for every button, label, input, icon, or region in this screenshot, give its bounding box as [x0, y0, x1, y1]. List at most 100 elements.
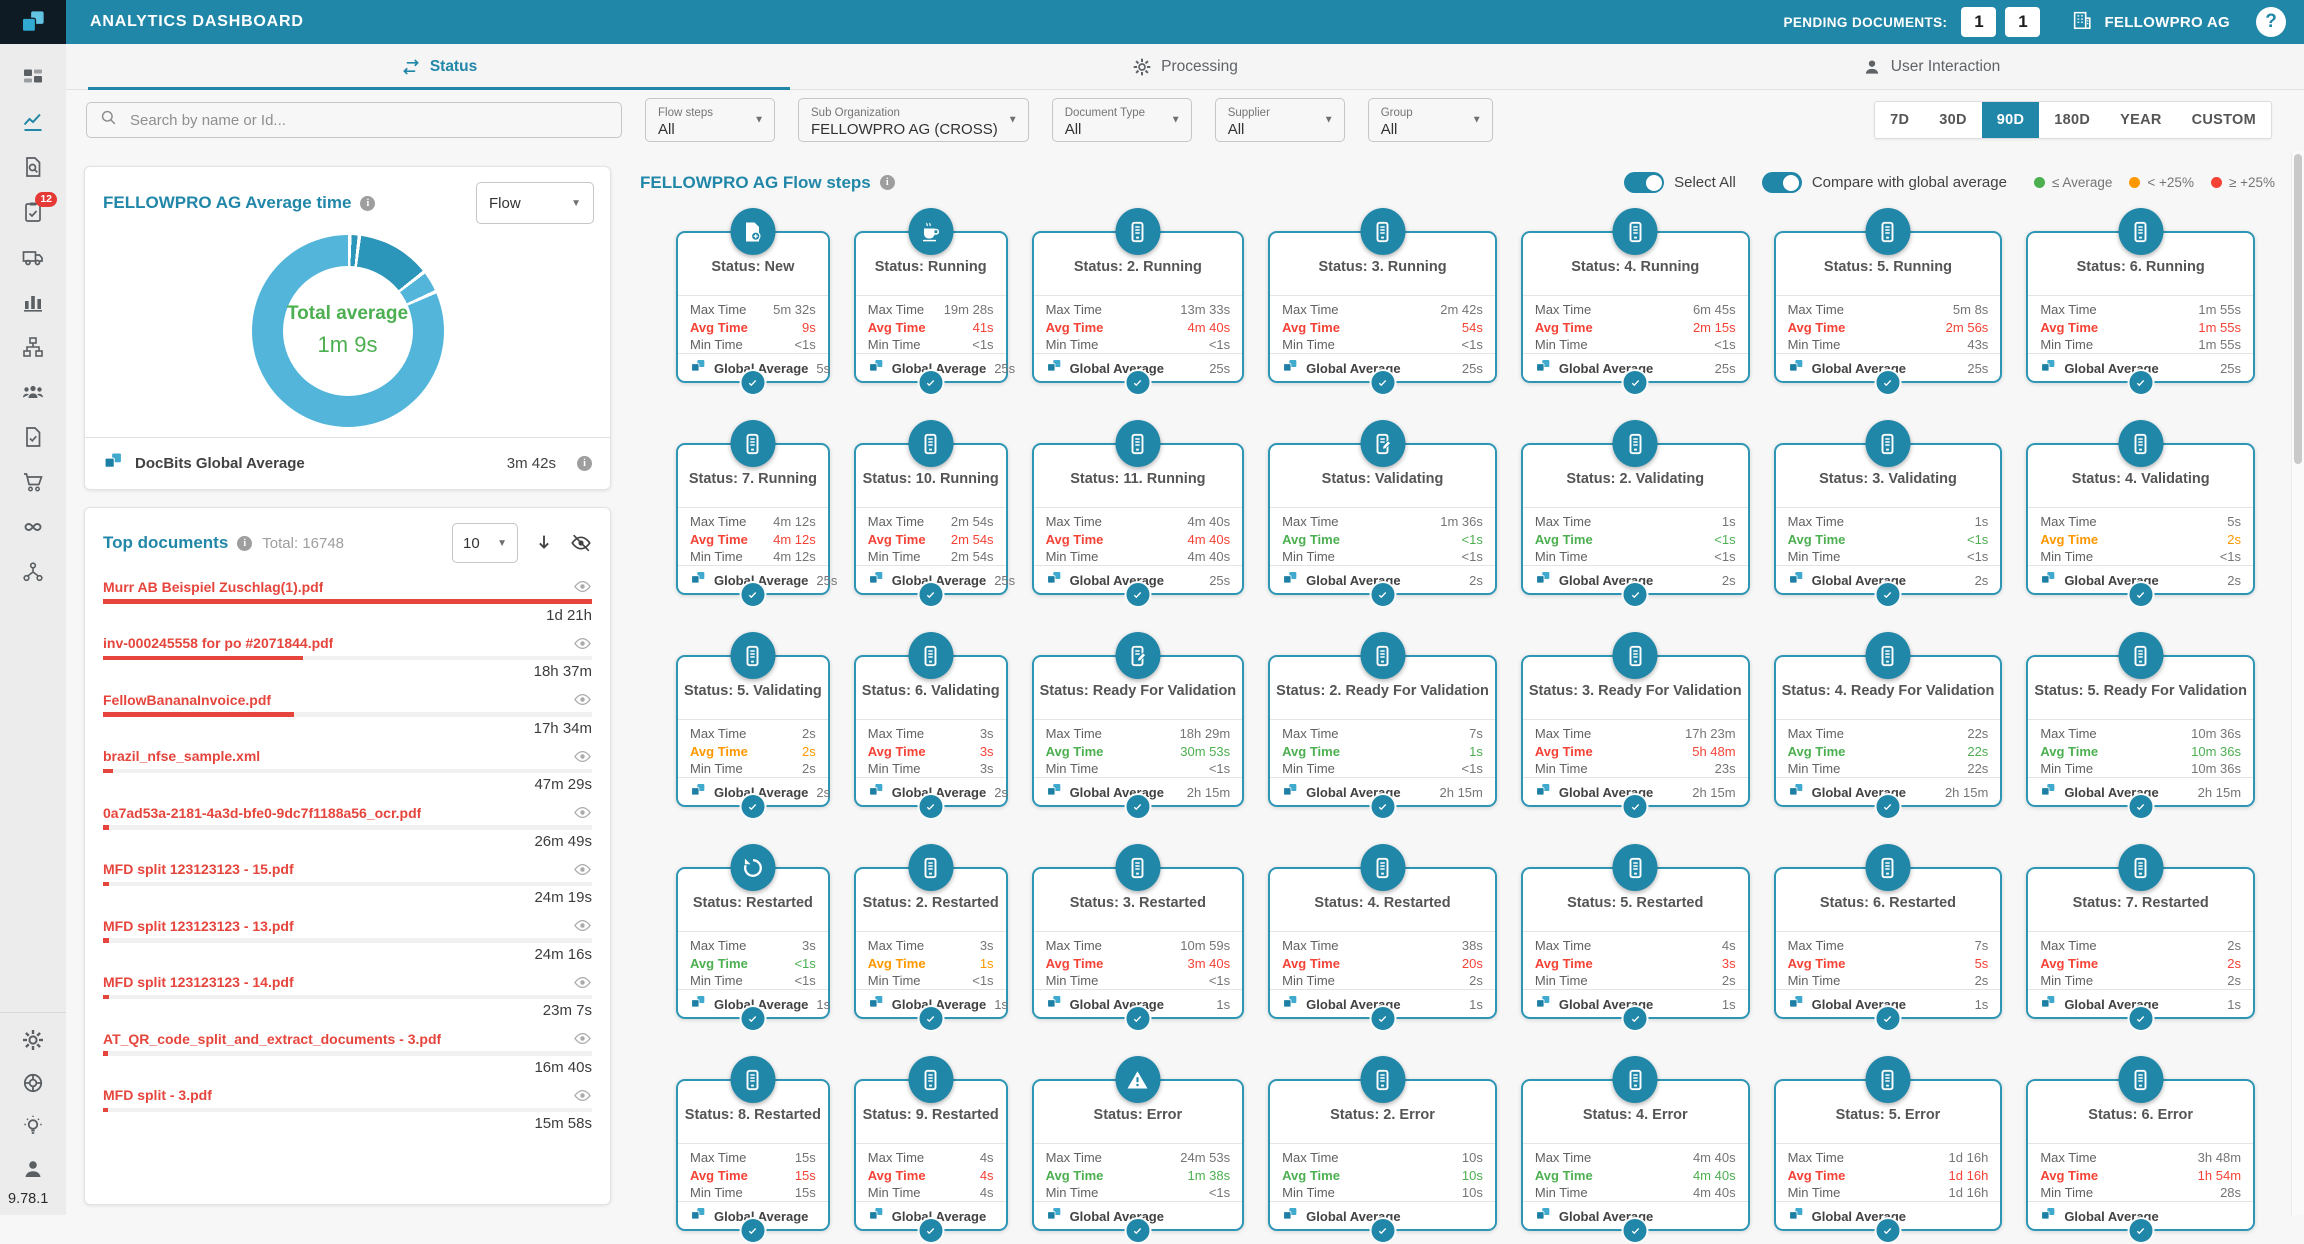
- network-icon[interactable]: [21, 560, 45, 584]
- filter-group[interactable]: GroupAll▼: [1368, 98, 1493, 142]
- flow-step-card-status-6-restarted[interactable]: Status: 6. RestartedMax Time7sAvg Time5s…: [1774, 867, 2003, 1019]
- flow-step-card-status-2-ready-for-validation[interactable]: Status: 2. Ready For ValidationMax Time7…: [1268, 655, 1497, 807]
- bar-chart-icon[interactable]: [21, 290, 45, 314]
- selected-check-icon[interactable]: [1369, 1005, 1396, 1032]
- flow-step-card-status-8-restarted[interactable]: Status: 8. RestartedMax Time15sAvg Time1…: [676, 1079, 830, 1231]
- selected-check-icon[interactable]: [1874, 793, 1901, 820]
- bulb-icon[interactable]: [21, 1114, 45, 1138]
- flow-step-card-status-10-running[interactable]: Status: 10. RunningMax Time2m 54sAvg Tim…: [854, 443, 1008, 595]
- eye-icon[interactable]: [573, 973, 592, 992]
- flow-step-card-status-11-running[interactable]: Status: 11. RunningMax Time4m 40sAvg Tim…: [1032, 443, 1245, 595]
- page-size-select[interactable]: 10 ▼: [452, 523, 518, 563]
- selected-check-icon[interactable]: [1874, 1217, 1901, 1244]
- selected-check-icon[interactable]: [1622, 369, 1649, 396]
- dashboard-icon[interactable]: [21, 65, 45, 89]
- selected-check-icon[interactable]: [1622, 1217, 1649, 1244]
- truck-icon[interactable]: [21, 245, 45, 269]
- flow-step-card-status-6-validating[interactable]: Status: 6. ValidatingMax Time3sAvg Time3…: [854, 655, 1008, 807]
- selected-check-icon[interactable]: [739, 581, 766, 608]
- selected-check-icon[interactable]: [739, 369, 766, 396]
- people-icon[interactable]: [21, 380, 45, 404]
- info-icon[interactable]: i: [577, 456, 592, 471]
- flow-step-card-status-5-running[interactable]: Status: 5. RunningMax Time5m 8sAvg Time2…: [1774, 231, 2003, 383]
- filter-document-type[interactable]: Document TypeAll▼: [1052, 98, 1192, 142]
- flow-step-card-status-error[interactable]: Status: ErrorMax Time24m 53sAvg Time1m 3…: [1032, 1079, 1245, 1231]
- selected-check-icon[interactable]: [1124, 1217, 1151, 1244]
- flow-step-card-status-validating[interactable]: Status: ValidatingMax Time1m 36sAvg Time…: [1268, 443, 1497, 595]
- selected-check-icon[interactable]: [917, 1005, 944, 1032]
- selected-check-icon[interactable]: [2127, 1005, 2154, 1032]
- flow-step-card-status-2-error[interactable]: Status: 2. ErrorMax Time10sAvg Time10sMi…: [1268, 1079, 1497, 1231]
- flow-step-card-status-2-validating[interactable]: Status: 2. ValidatingMax Time1sAvg Time<…: [1521, 443, 1750, 595]
- eye-icon[interactable]: [573, 1029, 592, 1048]
- flow-step-card-status-4-running[interactable]: Status: 4. RunningMax Time6m 45sAvg Time…: [1521, 231, 1750, 383]
- tab-user-interaction[interactable]: User Interaction: [1558, 44, 2304, 89]
- flow-step-card-status-7-running[interactable]: Status: 7. RunningMax Time4m 12sAvg Time…: [676, 443, 830, 595]
- clipboard-check-icon[interactable]: 12: [21, 200, 45, 224]
- selected-check-icon[interactable]: [739, 1005, 766, 1032]
- selected-check-icon[interactable]: [1369, 793, 1396, 820]
- pending-count-box[interactable]: 1: [1961, 7, 1996, 37]
- tab-status[interactable]: Status: [66, 44, 812, 89]
- range-custom[interactable]: CUSTOM: [2177, 102, 2271, 138]
- pending-count-box[interactable]: 1: [2005, 7, 2040, 37]
- eye-icon[interactable]: [573, 916, 592, 935]
- range-180d[interactable]: 180D: [2039, 102, 2105, 138]
- scrollbar-thumb[interactable]: [2294, 154, 2302, 464]
- selected-check-icon[interactable]: [2127, 1217, 2154, 1244]
- selected-check-icon[interactable]: [1124, 369, 1151, 396]
- selected-check-icon[interactable]: [1124, 1005, 1151, 1032]
- flow-step-card-status-running[interactable]: Status: RunningMax Time19m 28sAvg Time41…: [854, 231, 1008, 383]
- selected-check-icon[interactable]: [739, 1217, 766, 1244]
- org-selector[interactable]: FELLOWPRO AG: [2071, 9, 2230, 35]
- tab-processing[interactable]: Processing: [812, 44, 1558, 89]
- compare-global-average-toggle[interactable]: Compare with global average: [1762, 172, 2007, 193]
- flow-select[interactable]: Flow ▼: [476, 182, 594, 224]
- selected-check-icon[interactable]: [739, 793, 766, 820]
- flow-step-card-status-3-running[interactable]: Status: 3. RunningMax Time2m 42sAvg Time…: [1268, 231, 1497, 383]
- flow-step-card-status-3-ready-for-validation[interactable]: Status: 3. Ready For ValidationMax Time1…: [1521, 655, 1750, 807]
- loop-icon[interactable]: [21, 515, 45, 539]
- range-30d[interactable]: 30D: [1924, 102, 1982, 138]
- search-input[interactable]: [128, 111, 609, 130]
- selected-check-icon[interactable]: [1369, 581, 1396, 608]
- selected-check-icon[interactable]: [1874, 581, 1901, 608]
- doc-search-icon[interactable]: [21, 155, 45, 179]
- flow-step-card-status-2-restarted[interactable]: Status: 2. RestartedMax Time3sAvg Time1s…: [854, 867, 1008, 1019]
- range-7d[interactable]: 7D: [1875, 102, 1924, 138]
- vertical-scrollbar[interactable]: [2291, 151, 2304, 1215]
- selected-check-icon[interactable]: [2127, 369, 2154, 396]
- selected-check-icon[interactable]: [917, 1217, 944, 1244]
- selected-check-icon[interactable]: [917, 369, 944, 396]
- info-icon[interactable]: i: [237, 536, 252, 551]
- flow-step-card-status-new[interactable]: Status: NewMax Time5m 32sAvg Time9sMin T…: [676, 231, 830, 383]
- eye-icon[interactable]: [573, 577, 592, 596]
- range-90d[interactable]: 90D: [1982, 102, 2040, 138]
- flow-step-card-status-5-validating[interactable]: Status: 5. ValidatingMax Time2sAvg Time2…: [676, 655, 830, 807]
- eye-icon[interactable]: [573, 1086, 592, 1105]
- cart-icon[interactable]: [21, 470, 45, 494]
- flow-step-card-status-2-running[interactable]: Status: 2. RunningMax Time13m 33sAvg Tim…: [1032, 231, 1245, 383]
- globe-icon[interactable]: [21, 1071, 45, 1095]
- flow-step-card-status-7-restarted[interactable]: Status: 7. RestartedMax Time2sAvg Time2s…: [2026, 867, 2255, 1019]
- selected-check-icon[interactable]: [917, 793, 944, 820]
- selected-check-icon[interactable]: [1622, 793, 1649, 820]
- doc-check-icon[interactable]: [21, 425, 45, 449]
- flow-step-card-status-ready-for-validation[interactable]: Status: Ready For ValidationMax Time18h …: [1032, 655, 1245, 807]
- selected-check-icon[interactable]: [1622, 1005, 1649, 1032]
- flow-step-card-status-4-error[interactable]: Status: 4. ErrorMax Time4m 40sAvg Time4m…: [1521, 1079, 1750, 1231]
- help-icon[interactable]: ?: [2256, 7, 2286, 37]
- info-icon[interactable]: i: [360, 196, 375, 211]
- selected-check-icon[interactable]: [1874, 1005, 1901, 1032]
- filter-supplier[interactable]: SupplierAll▼: [1215, 98, 1345, 142]
- selected-check-icon[interactable]: [1874, 369, 1901, 396]
- docbits-logo-icon[interactable]: [0, 0, 66, 44]
- flow-step-card-status-4-restarted[interactable]: Status: 4. RestartedMax Time38sAvg Time2…: [1268, 867, 1497, 1019]
- sort-descending-icon[interactable]: [533, 532, 555, 554]
- flow-step-card-status-4-validating[interactable]: Status: 4. ValidatingMax Time5sAvg Time2…: [2026, 443, 2255, 595]
- range-year[interactable]: YEAR: [2105, 102, 2177, 138]
- eye-icon[interactable]: [573, 860, 592, 879]
- line-chart-icon[interactable]: [21, 110, 45, 134]
- flow-step-card-status-5-restarted[interactable]: Status: 5. RestartedMax Time4sAvg Time3s…: [1521, 867, 1750, 1019]
- flow-step-card-status-4-ready-for-validation[interactable]: Status: 4. Ready For ValidationMax Time2…: [1774, 655, 2003, 807]
